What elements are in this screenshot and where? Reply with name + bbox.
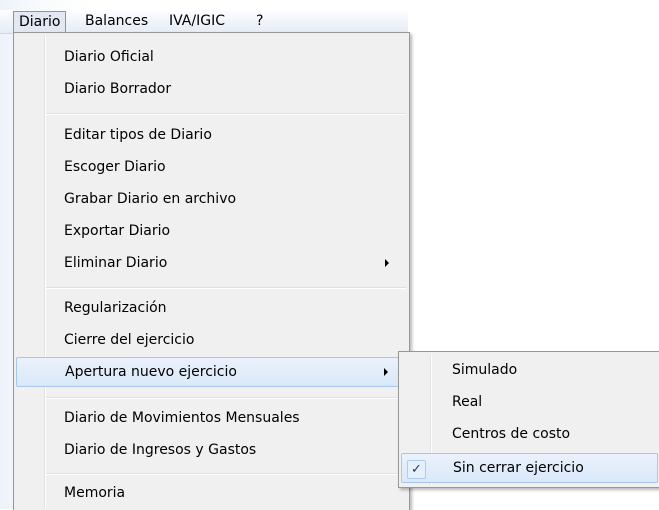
menu-item-label: Simulado xyxy=(452,362,518,378)
menu-item-label: Diario de Ingresos y Gastos xyxy=(64,442,257,458)
menu-separator xyxy=(46,473,406,475)
menu-item-escoger-diario[interactable]: Escoger Diario xyxy=(16,152,407,182)
chevron-right-icon xyxy=(384,368,388,376)
menu-item-label: Diario Borrador xyxy=(64,81,172,97)
checkmark-icon: ✓ xyxy=(407,460,426,479)
menu-item-label: Escoger Diario xyxy=(64,159,166,175)
menu-item-label: Diario Oficial xyxy=(64,49,154,65)
menu-item-memoria[interactable]: Memoria xyxy=(16,478,407,508)
menu-separator xyxy=(46,287,406,289)
menu-item-eliminar-diario[interactable]: Eliminar Diario xyxy=(16,248,407,278)
menubar-item-diario[interactable]: Diario xyxy=(13,11,67,33)
menu-item-diario-oficial[interactable]: Diario Oficial xyxy=(16,42,407,72)
menubar-item-balances[interactable]: Balances xyxy=(80,12,153,31)
menu-item-grabar-diario[interactable]: Grabar Diario en archivo xyxy=(16,184,407,214)
menu-item-label: Grabar Diario en archivo xyxy=(64,191,237,207)
menu-item-label: Regularización xyxy=(64,300,167,316)
menu-separator xyxy=(46,397,406,399)
menu-item-apertura-nuevo-ejercicio[interactable]: Apertura nuevo ejercicio xyxy=(16,357,407,387)
menu-item-movimientos-mensuales[interactable]: Diario de Movimientos Mensuales xyxy=(16,403,407,433)
menu-item-label: Memoria xyxy=(64,485,126,501)
menu-item-label: Centros de costo xyxy=(452,426,571,442)
chevron-right-icon xyxy=(385,259,389,267)
menu-item-editar-tipos-diario[interactable]: Editar tipos de Diario xyxy=(16,120,407,150)
menu-item-label: Sin cerrar ejercicio xyxy=(453,460,584,476)
menubar-item-iva-igic[interactable]: IVA/IGIC xyxy=(164,12,230,31)
menu-item-label: Cierre del ejercicio xyxy=(64,332,195,348)
menu-separator xyxy=(46,113,406,115)
menu-item-ingresos-gastos[interactable]: Diario de Ingresos y Gastos xyxy=(16,435,407,465)
menu-item-label: Editar tipos de Diario xyxy=(64,127,212,143)
menu-item-label: Apertura nuevo ejercicio xyxy=(65,364,237,380)
submenu-item-simulado[interactable]: Simulado xyxy=(401,355,658,385)
diario-dropdown-menu: Diario Oficial Diario Borrador Editar ti… xyxy=(13,32,410,510)
submenu-item-centros-de-costo[interactable]: Centros de costo xyxy=(401,419,658,449)
menu-item-label: Eliminar Diario xyxy=(64,255,168,271)
menu-item-label: Diario de Movimientos Mensuales xyxy=(64,410,300,426)
menu-item-regularizacion[interactable]: Regularización xyxy=(16,293,407,323)
menubar-item-help[interactable]: ? xyxy=(251,12,268,31)
menu-item-label: Real xyxy=(452,394,483,410)
menu-item-diario-borrador[interactable]: Diario Borrador xyxy=(16,74,407,104)
menu-item-exportar-diario[interactable]: Exportar Diario xyxy=(16,216,407,246)
menu-item-label: Exportar Diario xyxy=(64,223,171,239)
menu-item-cierre-ejercicio[interactable]: Cierre del ejercicio xyxy=(16,325,407,355)
submenu-item-real[interactable]: Real xyxy=(401,387,658,417)
menu-bar: Diario Balances IVA/IGIC ? xyxy=(0,10,408,34)
submenu-item-sin-cerrar-ejercicio[interactable]: ✓ Sin cerrar ejercicio xyxy=(401,453,658,483)
apertura-submenu: Simulado Real Centros de costo ✓ Sin cer… xyxy=(398,351,659,488)
